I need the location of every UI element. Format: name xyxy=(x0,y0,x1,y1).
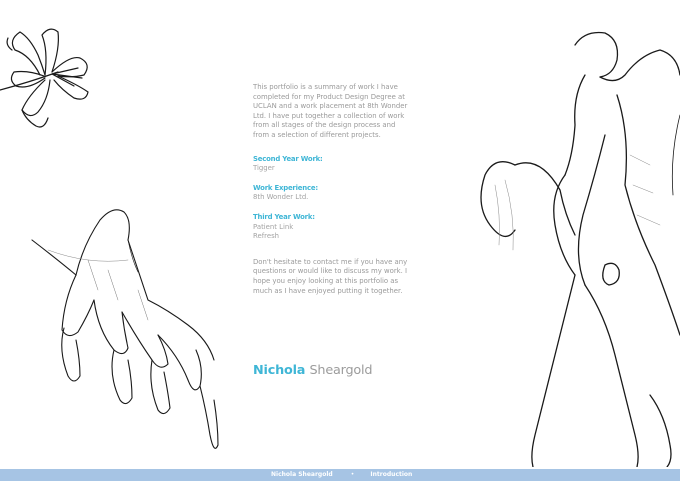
footer-section-title: Introduction xyxy=(370,471,413,478)
portfolio-page: This portfolio is a summary of work I ha… xyxy=(0,0,680,481)
intro-paragraph: This portfolio is a summary of work I ha… xyxy=(253,83,408,139)
section-second-year: Second Year Work: Tigger xyxy=(253,155,411,174)
section-item: Tigger xyxy=(253,164,275,173)
author-last-name: Sheargold xyxy=(309,363,373,378)
section-heading: Third Year Work: xyxy=(253,212,315,221)
section-item: Patient Link xyxy=(253,222,294,231)
footer-bar: Nichola Sheargold • Introduction xyxy=(0,469,680,481)
lily-flower-sketch xyxy=(0,20,100,135)
author-name: Nichola Sheargold xyxy=(253,363,373,378)
section-heading: Second Year Work: xyxy=(253,154,323,163)
footer-first-name: Nichola xyxy=(271,471,297,478)
footer-content: Nichola Sheargold • Introduction xyxy=(271,471,412,479)
section-heading: Work Experience: xyxy=(253,183,318,192)
contact-paragraph: Don't hesitate to contact me if you have… xyxy=(253,257,408,295)
footer-last-name: Sheargold xyxy=(298,471,333,478)
section-third-year: Third Year Work: Patient Link Refresh xyxy=(253,213,411,242)
dancing-figures-sketch xyxy=(455,15,680,467)
hand-sketch xyxy=(28,200,223,460)
author-first-name: Nichola xyxy=(253,363,306,378)
footer-separator: • xyxy=(350,471,355,478)
section-item: 8th Wonder Ltd. xyxy=(253,193,309,202)
section-work-experience: Work Experience: 8th Wonder Ltd. xyxy=(253,184,411,203)
intro-text-column: This portfolio is a summary of work I ha… xyxy=(253,83,411,296)
section-item: Refresh xyxy=(253,232,280,241)
